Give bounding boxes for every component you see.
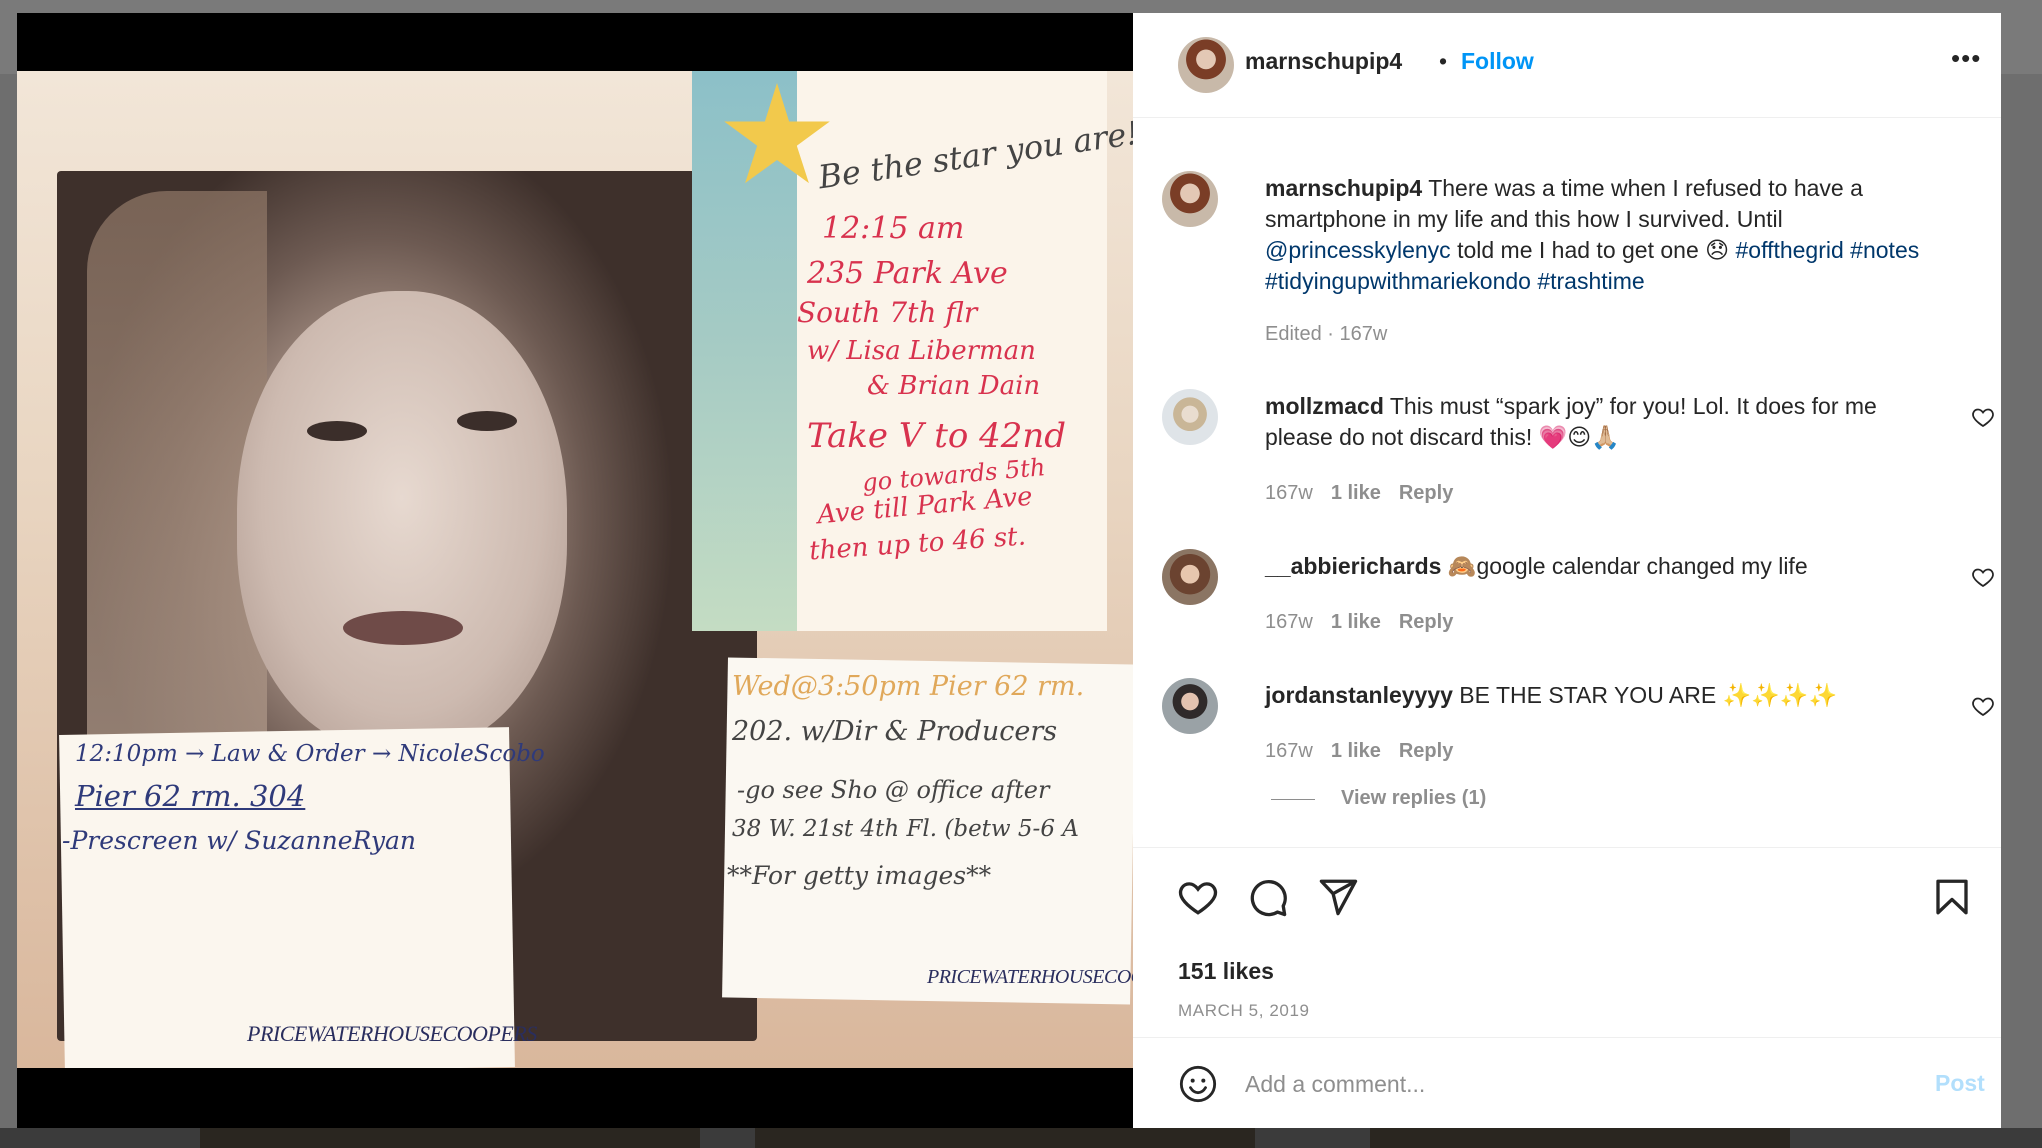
post-comment-button[interactable]: Post bbox=[1935, 1070, 1985, 1097]
reply-button[interactable]: Reply bbox=[1399, 740, 1453, 762]
backdrop-thumb bbox=[1370, 1128, 1790, 1148]
follow-button[interactable]: Follow bbox=[1461, 48, 1534, 75]
right-note-line: **For getty images** bbox=[727, 861, 992, 890]
comment-input[interactable] bbox=[1245, 1064, 1845, 1104]
more-icon[interactable]: ••• bbox=[1951, 43, 1981, 74]
left-note-line: 12:10pm → Law & Order → NicoleScobo bbox=[75, 741, 545, 767]
comment-username[interactable]: jordanstanleyyyy bbox=[1265, 682, 1453, 708]
star-note-line: South 7th flr bbox=[797, 296, 978, 329]
post-date: MARCH 5, 2019 bbox=[1178, 1001, 1310, 1020]
comment-likes[interactable]: 1 like bbox=[1331, 482, 1381, 504]
comment-body: 🙈google calendar changed my life bbox=[1441, 553, 1808, 579]
lips-shape bbox=[343, 611, 463, 645]
likes-count[interactable]: 151 likes bbox=[1178, 958, 1274, 985]
post-sidebar: marnschupip4 • Follow ••• marnschupip4 T… bbox=[1133, 13, 2001, 1128]
eye-shape bbox=[457, 411, 517, 431]
left-note-line: -Prescreen w/ SuzanneRyan bbox=[62, 826, 417, 855]
emoji-icon[interactable] bbox=[1178, 1064, 1218, 1104]
heart-icon[interactable] bbox=[1971, 565, 1995, 589]
caption-username[interactable]: marnschupip4 bbox=[1265, 175, 1422, 201]
caption-meta: Edited · 167w bbox=[1265, 323, 1388, 345]
post-header: marnschupip4 • Follow ••• bbox=[1133, 13, 2001, 118]
right-note-line: -go see Sho @ office after bbox=[737, 776, 1050, 804]
comment-time: 167w bbox=[1265, 740, 1313, 762]
left-note-line: Pier 62 rm. 304 bbox=[75, 779, 306, 813]
comment-time: 167w bbox=[1265, 482, 1313, 504]
avatar[interactable] bbox=[1162, 389, 1218, 445]
caption-body: told me I had to get one 😞 bbox=[1450, 237, 1736, 263]
view-replies-button[interactable]: View replies (1) bbox=[1341, 787, 1486, 810]
comment-likes[interactable]: 1 like bbox=[1331, 740, 1381, 762]
avatar[interactable] bbox=[1162, 171, 1218, 227]
backdrop-thumb bbox=[200, 1128, 700, 1148]
comment-text: jordanstanleyyyy BE THE STAR YOU ARE ✨✨✨… bbox=[1265, 680, 1945, 711]
author-username[interactable]: marnschupip4 bbox=[1245, 48, 1402, 75]
reply-button[interactable]: Reply bbox=[1399, 482, 1453, 504]
add-comment-bar: Post bbox=[1133, 1037, 2001, 1128]
right-note-line: 202. w/Dir & Producers bbox=[732, 716, 1058, 747]
star-note-line: Take V to 42nd bbox=[807, 416, 1067, 456]
avatar[interactable] bbox=[1162, 678, 1218, 734]
comment-username[interactable]: mollzmacd bbox=[1265, 393, 1384, 419]
right-note-line: Wed@3:50pm Pier 62 rm. bbox=[732, 671, 1085, 702]
brand-logo: PRICEWATERHOUSECOOPERS bbox=[247, 1021, 537, 1046]
comment-text: mollzmacd This must “spark joy” for you!… bbox=[1265, 391, 1945, 453]
star-note-line: 235 Park Ave bbox=[807, 256, 1008, 291]
right-note-line: 38 W. 21st 4th Fl. (betw 5-6 A bbox=[732, 816, 1079, 842]
caption-text: marnschupip4 There was a time when I ref… bbox=[1265, 173, 1945, 297]
mention-link[interactable]: @princesskylenyc bbox=[1265, 237, 1451, 263]
avatar[interactable] bbox=[1162, 549, 1218, 605]
backdrop-thumb bbox=[755, 1128, 1255, 1148]
heart-icon[interactable] bbox=[1177, 876, 1219, 918]
comment-username[interactable]: __abbierichards bbox=[1265, 553, 1441, 579]
post-modal: Be the star you are! 12:15 am 235 Park A… bbox=[17, 13, 2001, 1128]
star-note-line: 12:15 am bbox=[822, 211, 965, 246]
comment-time: 167w bbox=[1265, 611, 1313, 633]
post-media[interactable]: Be the star you are! 12:15 am 235 Park A… bbox=[17, 13, 1133, 1128]
separator-dot: • bbox=[1439, 48, 1448, 74]
bookmark-icon[interactable] bbox=[1931, 876, 1973, 918]
eye-shape bbox=[307, 421, 367, 441]
avatar[interactable] bbox=[1178, 37, 1234, 93]
heart-icon[interactable] bbox=[1971, 405, 1995, 429]
replies-divider bbox=[1271, 799, 1315, 800]
comment-text: __abbierichards 🙈google calendar changed… bbox=[1265, 551, 1945, 582]
comment-likes[interactable]: 1 like bbox=[1331, 611, 1381, 633]
comment-body: BE THE STAR YOU ARE ✨✨✨✨ bbox=[1452, 682, 1838, 708]
face-shape bbox=[237, 291, 567, 751]
comment-meta: 167w 1 like Reply bbox=[1265, 611, 1471, 634]
share-icon[interactable] bbox=[1317, 876, 1359, 918]
comment-meta: 167w 1 like Reply bbox=[1265, 482, 1471, 505]
post-photo: Be the star you are! 12:15 am 235 Park A… bbox=[17, 71, 1133, 1068]
comment-icon[interactable] bbox=[1247, 876, 1289, 918]
star-note-line: w/ Lisa Liberman bbox=[807, 336, 1036, 366]
reply-button[interactable]: Reply bbox=[1399, 611, 1453, 633]
brand-logo: PRICEWATERHOUSECOOPERS bbox=[927, 966, 1133, 988]
heart-icon[interactable] bbox=[1971, 694, 1995, 718]
comment-meta: 167w 1 like Reply bbox=[1265, 740, 1471, 763]
post-actions: 151 likes MARCH 5, 2019 bbox=[1133, 847, 2001, 1050]
star-note-line: & Brian Dain bbox=[867, 371, 1041, 401]
